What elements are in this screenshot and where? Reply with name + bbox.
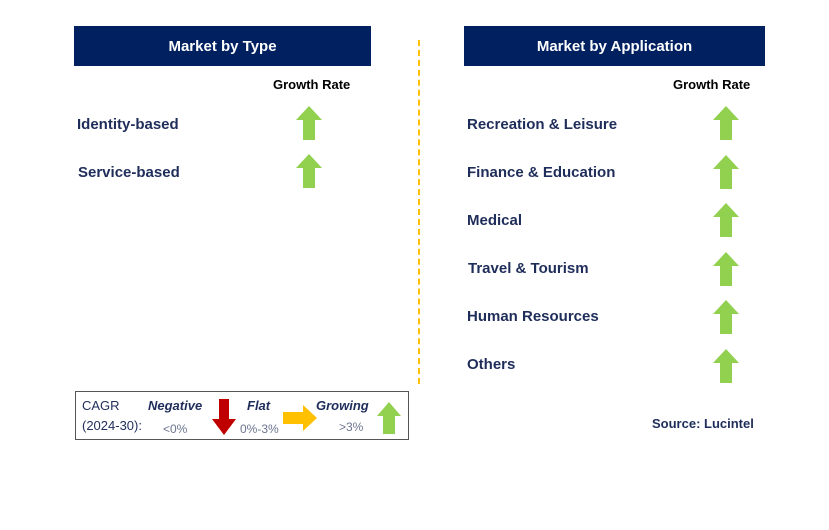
application-panel-title: Market by Application: [464, 26, 765, 66]
application-item-label: Others: [467, 356, 516, 373]
growth-up-arrow-icon: [713, 251, 739, 286]
growth-up-arrow-icon: [713, 203, 739, 237]
legend-period: (2024-30):: [82, 418, 142, 433]
growth-up-arrow-icon: [296, 154, 322, 188]
application-item-label: Recreation & Leisure: [467, 116, 618, 133]
growth-up-arrow-icon: [713, 154, 739, 189]
up-arrow-icon: [377, 402, 401, 434]
type-item-label: Service-based: [78, 164, 180, 181]
legend-growing-range: >3%: [339, 420, 364, 434]
legend-flat: Flat: [247, 398, 271, 413]
application-item-label: Finance & Education: [467, 164, 616, 181]
right-arrow-icon: [283, 405, 317, 431]
legend-cagr: CAGR: [82, 398, 120, 413]
type-item-label: Identity-based: [77, 116, 179, 133]
type-growth-header: Growth Rate: [273, 77, 351, 92]
legend-negative-range: <0%: [163, 422, 188, 436]
divider: [418, 40, 420, 384]
legend-flat-range: 0%-3%: [240, 422, 279, 436]
application-item-label: Travel & Tourism: [468, 260, 589, 277]
growth-up-arrow-icon: [296, 106, 322, 140]
legend-negative: Negative: [148, 398, 203, 413]
application-item-label: Medical: [467, 212, 523, 229]
growth-up-arrow-icon: [713, 300, 739, 334]
legend-growing: Growing: [316, 398, 369, 413]
growth-up-arrow-icon: [713, 106, 739, 140]
down-arrow-icon: [212, 399, 236, 435]
source-note: Source: Lucintel: [652, 416, 754, 431]
type-panel-title: Market by Type: [74, 26, 371, 66]
application-growth-header: Growth Rate: [673, 77, 751, 92]
growth-up-arrow-icon: [713, 348, 739, 383]
application-item-label: Human Resources: [467, 308, 599, 325]
